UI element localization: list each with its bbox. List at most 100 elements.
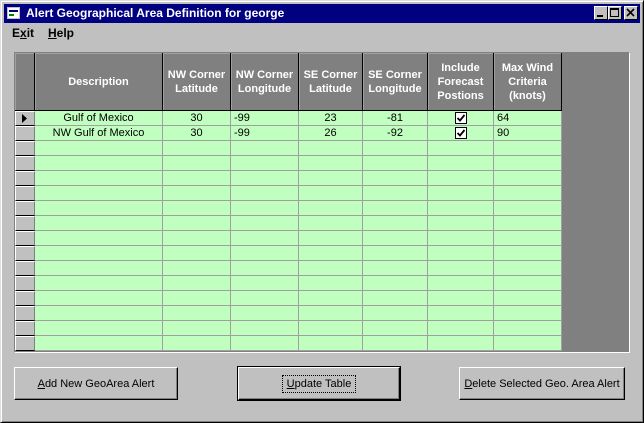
cell-description[interactable] bbox=[35, 201, 163, 216]
cell-se_lat[interactable] bbox=[299, 216, 363, 231]
cell-nw_lon[interactable] bbox=[231, 336, 299, 351]
cell-se_lon[interactable] bbox=[363, 276, 428, 291]
row-selector[interactable] bbox=[15, 246, 35, 261]
cell-se_lat[interactable] bbox=[299, 156, 363, 171]
cell-nw_lon[interactable]: -99 bbox=[231, 111, 299, 126]
cell-nw_lat[interactable] bbox=[163, 171, 231, 186]
cell-nw_lon[interactable] bbox=[231, 201, 299, 216]
row-selector[interactable] bbox=[15, 291, 35, 306]
cell-se_lon[interactable] bbox=[363, 306, 428, 321]
cell-max_wind[interactable] bbox=[494, 246, 562, 261]
cell-se_lon[interactable] bbox=[363, 261, 428, 276]
column-header-forecast[interactable]: Include Forecast Postions bbox=[428, 53, 494, 111]
cell-forecast[interactable] bbox=[428, 291, 494, 306]
update-table-button[interactable]: Update Table bbox=[237, 366, 401, 401]
cell-max_wind[interactable] bbox=[494, 261, 562, 276]
cell-nw_lon[interactable] bbox=[231, 231, 299, 246]
cell-description[interactable] bbox=[35, 156, 163, 171]
cell-max_wind[interactable] bbox=[494, 231, 562, 246]
cell-forecast[interactable] bbox=[428, 336, 494, 351]
cell-max_wind[interactable] bbox=[494, 276, 562, 291]
row-selector[interactable] bbox=[15, 141, 35, 156]
cell-nw_lon[interactable] bbox=[231, 306, 299, 321]
cell-nw_lat[interactable] bbox=[163, 336, 231, 351]
cell-nw_lon[interactable] bbox=[231, 171, 299, 186]
row-selector[interactable] bbox=[15, 321, 35, 336]
cell-max_wind[interactable] bbox=[494, 156, 562, 171]
cell-forecast[interactable] bbox=[428, 246, 494, 261]
column-header-description[interactable]: Description bbox=[35, 53, 163, 111]
cell-description[interactable] bbox=[35, 216, 163, 231]
cell-nw_lon[interactable] bbox=[231, 276, 299, 291]
cell-se_lat[interactable] bbox=[299, 246, 363, 261]
row-selector[interactable] bbox=[15, 336, 35, 351]
cell-forecast[interactable] bbox=[428, 216, 494, 231]
cell-se_lon[interactable] bbox=[363, 141, 428, 156]
cell-description[interactable] bbox=[35, 291, 163, 306]
column-header-nw_lon[interactable]: NW Corner Longitude bbox=[231, 53, 299, 111]
cell-nw_lat[interactable] bbox=[163, 156, 231, 171]
cell-nw_lat[interactable] bbox=[163, 201, 231, 216]
row-selector[interactable] bbox=[15, 231, 35, 246]
cell-se_lon[interactable] bbox=[363, 231, 428, 246]
cell-se_lat[interactable]: 26 bbox=[299, 126, 363, 141]
cell-nw_lat[interactable] bbox=[163, 246, 231, 261]
row-selector[interactable] bbox=[15, 306, 35, 321]
column-header-max_wind[interactable]: Max Wind Criteria (knots) bbox=[494, 53, 562, 111]
cell-se_lon[interactable] bbox=[363, 336, 428, 351]
cell-se_lat[interactable] bbox=[299, 291, 363, 306]
cell-max_wind[interactable] bbox=[494, 291, 562, 306]
cell-se_lat[interactable] bbox=[299, 186, 363, 201]
column-header-se_lon[interactable]: SE Corner Longitude bbox=[363, 53, 428, 111]
cell-se_lat[interactable] bbox=[299, 141, 363, 156]
maximize-button[interactable] bbox=[608, 6, 622, 20]
forecast-checkbox[interactable] bbox=[454, 127, 467, 139]
add-geoarea-button[interactable]: Add New GeoArea Alert bbox=[14, 367, 178, 400]
cell-se_lat[interactable] bbox=[299, 261, 363, 276]
cell-nw_lat[interactable]: 30 bbox=[163, 111, 231, 126]
cell-nw_lat[interactable] bbox=[163, 216, 231, 231]
cell-nw_lon[interactable] bbox=[231, 321, 299, 336]
cell-description[interactable] bbox=[35, 321, 163, 336]
cell-nw_lat[interactable] bbox=[163, 276, 231, 291]
cell-max_wind[interactable] bbox=[494, 306, 562, 321]
cell-se_lon[interactable] bbox=[363, 321, 428, 336]
cell-se_lat[interactable] bbox=[299, 336, 363, 351]
cell-nw_lon[interactable] bbox=[231, 261, 299, 276]
row-selector[interactable] bbox=[15, 276, 35, 291]
row-selector[interactable] bbox=[15, 111, 35, 126]
row-selector[interactable] bbox=[15, 171, 35, 186]
minimize-button[interactable] bbox=[594, 6, 608, 20]
cell-forecast[interactable] bbox=[428, 156, 494, 171]
cell-nw_lon[interactable] bbox=[231, 156, 299, 171]
cell-se_lon[interactable] bbox=[363, 156, 428, 171]
cell-se_lat[interactable] bbox=[299, 321, 363, 336]
cell-se_lon[interactable]: -81 bbox=[363, 111, 428, 126]
cell-description[interactable]: NW Gulf of Mexico bbox=[35, 126, 163, 141]
delete-geoarea-button[interactable]: Delete Selected Geo. Area Alert bbox=[459, 367, 625, 400]
cell-description[interactable] bbox=[35, 306, 163, 321]
row-selector[interactable] bbox=[15, 156, 35, 171]
cell-max_wind[interactable] bbox=[494, 216, 562, 231]
menu-help[interactable]: Help bbox=[48, 26, 74, 40]
cell-nw_lat[interactable]: 30 bbox=[163, 126, 231, 141]
cell-max_wind[interactable] bbox=[494, 321, 562, 336]
cell-description[interactable] bbox=[35, 231, 163, 246]
cell-nw_lat[interactable] bbox=[163, 186, 231, 201]
cell-se_lat[interactable] bbox=[299, 231, 363, 246]
cell-nw_lon[interactable] bbox=[231, 246, 299, 261]
cell-se_lat[interactable] bbox=[299, 306, 363, 321]
cell-se_lat[interactable]: 23 bbox=[299, 111, 363, 126]
cell-max_wind[interactable] bbox=[494, 201, 562, 216]
cell-forecast[interactable] bbox=[428, 321, 494, 336]
cell-max_wind[interactable] bbox=[494, 186, 562, 201]
cell-description[interactable] bbox=[35, 246, 163, 261]
cell-max_wind[interactable] bbox=[494, 171, 562, 186]
cell-forecast[interactable] bbox=[428, 141, 494, 156]
cell-description[interactable] bbox=[35, 336, 163, 351]
cell-description[interactable] bbox=[35, 186, 163, 201]
cell-se_lon[interactable] bbox=[363, 201, 428, 216]
row-selector[interactable] bbox=[15, 126, 35, 141]
column-header-se_lat[interactable]: SE Corner Latitude bbox=[299, 53, 363, 111]
cell-nw_lat[interactable] bbox=[163, 321, 231, 336]
